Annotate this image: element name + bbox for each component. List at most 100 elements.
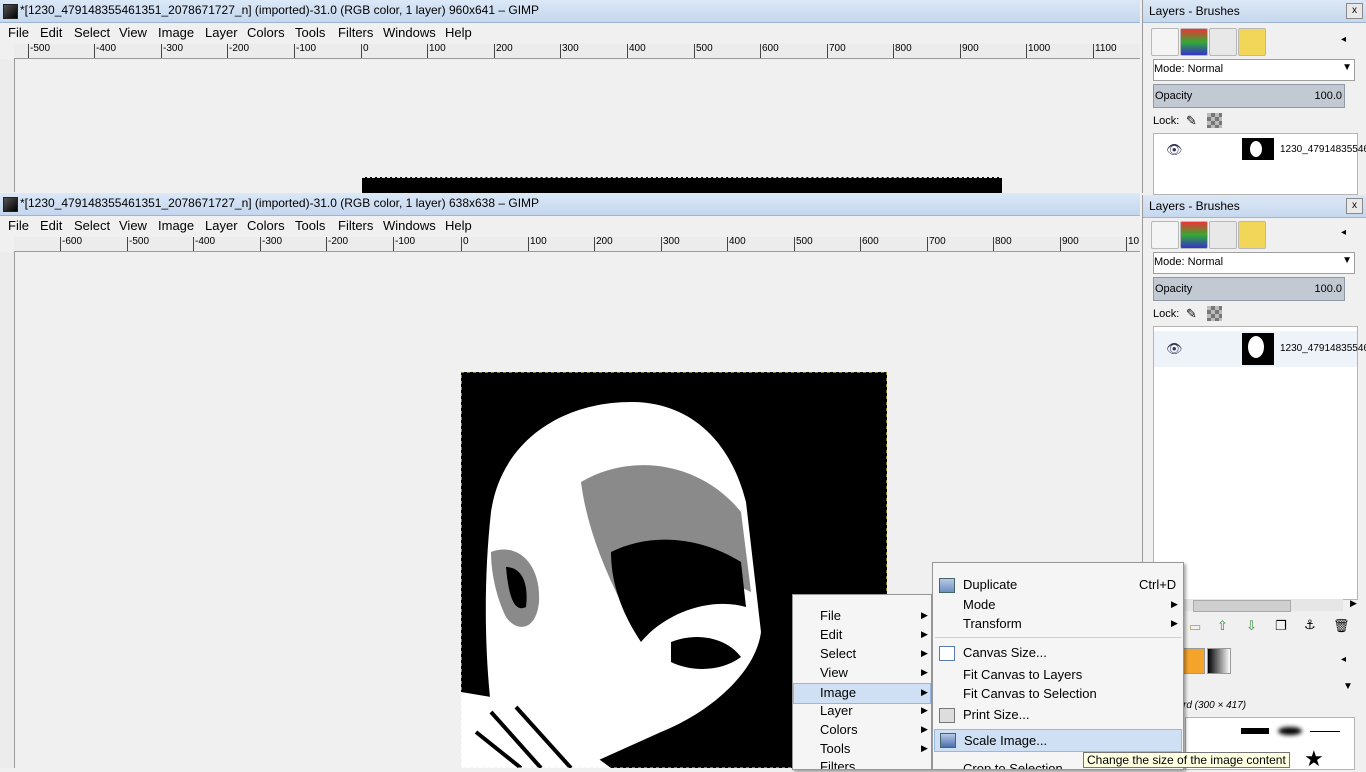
scale-image-menu-item[interactable]: Scale Image... [934,729,1182,752]
context-menu-select[interactable]: Select ▶ [793,645,931,664]
context-menu-filters[interactable]: Filters [793,758,931,769]
menu-layer[interactable]: Layer [205,25,238,40]
undo-history-tab-icon[interactable] [1238,221,1266,249]
image-submenu: Duplicate Ctrl+D Mode ▶ Transform ▶ Canvas… [932,562,1184,770]
layer-row[interactable]: 👁 1230_479148355461 [1154,331,1366,367]
context-menu-image[interactable]: Image ▶ [793,683,931,704]
menu-image[interactable]: Image [158,25,194,40]
mode-dropdown[interactable]: Mode: Normal ▼ [1153,59,1355,81]
dock2-title: Layers - Brushes [1149,199,1240,213]
close-icon[interactable]: x [1346,3,1363,19]
menu-help[interactable]: Help [445,218,472,233]
fit-canvas-to-selection-menu-item[interactable]: Fit Canvas to Selection [933,685,1183,704]
opacity-slider[interactable]: Opacity 100.0 [1153,277,1345,301]
window2-menubar: File Edit Select View Image Layer Colors… [0,216,1140,236]
window1-titlebar: *[1230_479148355461351_2078671727_n] (im… [0,0,1140,23]
paths-tab-icon[interactable] [1209,221,1237,249]
context-menu-file[interactable]: File ▶ [793,607,931,626]
layer-row[interactable]: 👁 1230_479148355461 [1154,136,1366,166]
scrollbar-thumb[interactable] [1193,600,1291,612]
lock-label: Lock: [1153,308,1180,320]
menu-select[interactable]: Select [74,25,110,40]
gimp-app-icon [3,4,18,19]
eye-icon[interactable]: 👁 [1166,341,1183,357]
channels-tab-icon[interactable] [1180,28,1208,56]
menu-layer[interactable]: Layer [205,218,238,233]
brush-preview[interactable] [1278,727,1302,735]
dock-menu-icon[interactable]: ◂ [1341,34,1346,45]
layer-thumbnail [1242,333,1274,365]
menu-filters[interactable]: Filters [338,25,373,40]
brush-preview[interactable] [1310,731,1340,732]
undo-history-tab-icon[interactable] [1238,28,1266,56]
transform-menu-item[interactable]: Transform ▶ [933,615,1183,634]
folder-icon[interactable]: ▭ [1189,619,1201,635]
anchor-icon[interactable]: ⚓ [1304,617,1316,633]
context-menu-colors[interactable]: Colors ▶ [793,721,931,740]
context-menu-edit[interactable]: Edit ▶ [793,626,931,645]
delete-layer-icon[interactable]: 🗑 [1333,618,1350,634]
menu-file[interactable]: File [8,218,29,233]
chevron-down-icon[interactable]: ▼ [1343,681,1353,692]
menu-image[interactable]: Image [158,218,194,233]
menu-edit[interactable]: Edit [40,25,62,40]
duplicate-menu-item[interactable]: Duplicate Ctrl+D [933,576,1183,595]
canvas-size-icon [939,646,955,661]
menu-select[interactable]: Select [74,218,110,233]
context-menu-tools[interactable]: Tools ▶ [793,740,931,759]
lock-label: Lock: [1153,115,1180,127]
window2-title: *[1230_479148355461351_2078671727_n] (im… [20,196,540,210]
chevron-down-icon: ▼ [1342,255,1352,266]
brushes-tab-icon[interactable] [1181,648,1205,674]
brush-lock-icon[interactable]: ✎ [1186,306,1197,322]
dock2-titlebar: Layers - Brushes x [1143,195,1366,218]
star-brush-icon[interactable]: ★ [1304,746,1324,772]
eye-icon[interactable]: 👁 [1166,142,1183,158]
menu-windows[interactable]: Windows [383,25,436,40]
layer-list: 👁 1230_479148355461 [1153,133,1366,195]
alpha-lock-icon[interactable] [1207,113,1222,128]
gradients-tab-icon[interactable] [1207,648,1231,674]
menu-tools[interactable]: Tools [295,25,325,40]
dock-menu-icon[interactable]: ◂ [1341,227,1346,238]
print-size-menu-item[interactable]: Print Size... [933,706,1183,725]
menu-windows[interactable]: Windows [383,218,436,233]
alpha-lock-icon[interactable] [1207,306,1222,321]
close-icon[interactable]: x [1346,198,1363,214]
layer-thumbnail [1242,138,1274,160]
mode-menu-item[interactable]: Mode ▶ [933,596,1183,615]
brush-lock-icon[interactable]: ✎ [1186,113,1197,129]
dock-menu-icon[interactable]: ◂ [1341,654,1346,665]
lower-layer-icon[interactable]: ⇩ [1246,618,1257,634]
menu-edit[interactable]: Edit [40,218,62,233]
layers-tab-icon[interactable] [1151,221,1179,249]
canvas-size-menu-item[interactable]: Canvas Size... [933,644,1183,663]
dock1-titlebar: Layers - Brushes x [1143,0,1366,23]
menu-view[interactable]: View [119,218,147,233]
paths-tab-icon[interactable] [1209,28,1237,56]
tooltip: Change the size of the image content [1083,752,1290,768]
layer-list: 👁 1230_479148355461 [1153,326,1366,600]
context-menu-view[interactable]: View ▶ [793,664,931,683]
menu-file[interactable]: File [8,25,29,40]
layers-tab-icon[interactable] [1151,28,1179,56]
menu-filters[interactable]: Filters [338,218,373,233]
window2-vertical-ruler [0,252,15,768]
menu-tools[interactable]: Tools [295,218,325,233]
window1-canvas[interactable] [15,59,1140,193]
opacity-slider[interactable]: Opacity 100.0 [1153,84,1345,108]
fit-canvas-to-layers-menu-item[interactable]: Fit Canvas to Layers [933,666,1183,685]
context-menu-layer[interactable]: Layer ▶ [793,702,931,721]
menu-help[interactable]: Help [445,25,472,40]
menu-colors[interactable]: Colors [247,25,285,40]
brush-preview[interactable] [1241,728,1269,734]
raise-layer-icon[interactable]: ⇧ [1217,618,1228,634]
mode-dropdown[interactable]: Mode: Normal ▼ [1153,252,1355,274]
channels-tab-icon[interactable] [1180,221,1208,249]
menu-view[interactable]: View [119,25,147,40]
scroll-right-icon[interactable]: ▶ [1350,598,1357,609]
duplicate-layer-icon[interactable]: ❐ [1275,618,1287,634]
gimp-app-icon [3,197,18,212]
chevron-down-icon: ▼ [1342,62,1352,73]
menu-colors[interactable]: Colors [247,218,285,233]
